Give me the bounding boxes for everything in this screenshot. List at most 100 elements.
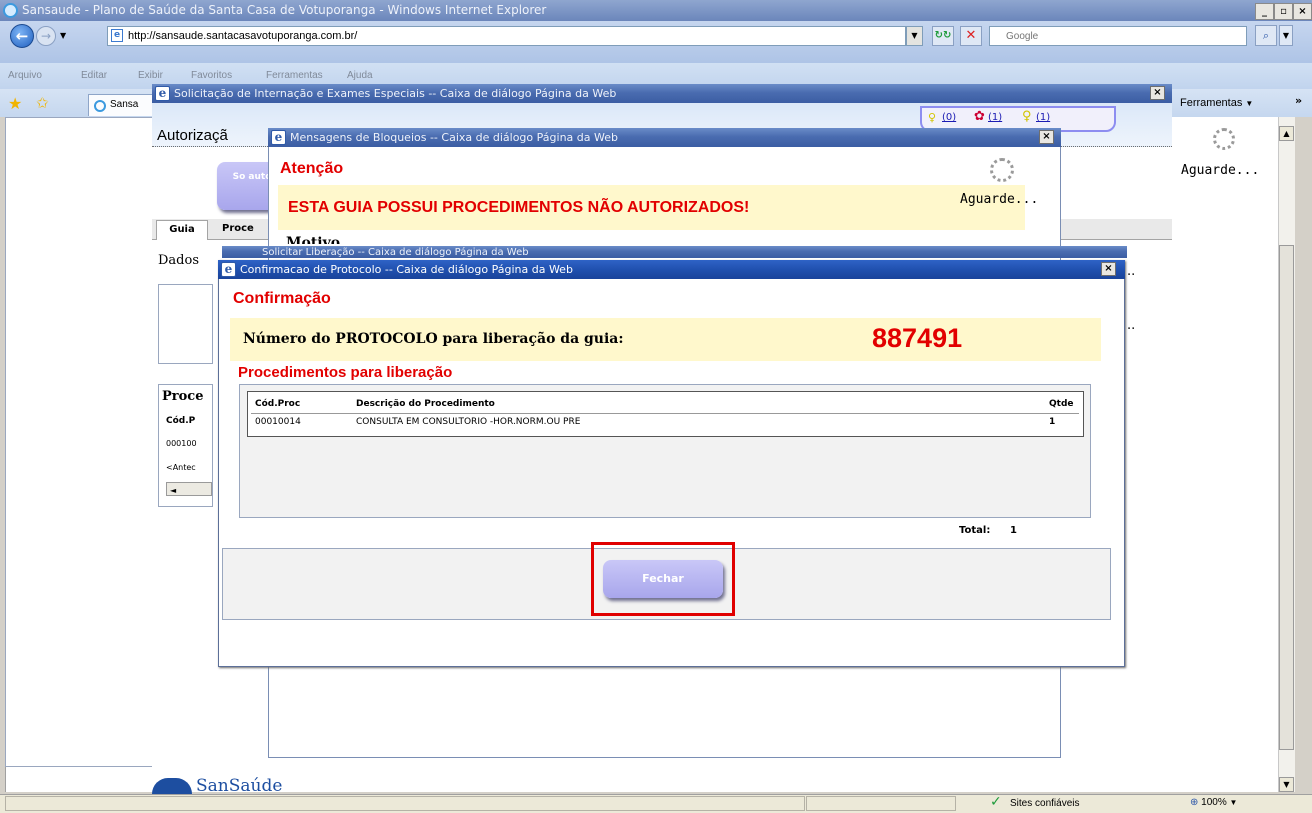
trusted-sites-check-icon: ✓ <box>990 794 1002 810</box>
menu-item-favoritos[interactable]: Favoritos <box>191 70 232 81</box>
zoom-chevron-icon: ▼ <box>1229 798 1238 807</box>
add-favorite-icon[interactable]: ✩ <box>36 94 49 112</box>
menu-item-editar[interactable]: Editar <box>81 70 107 81</box>
dialog2-close-button[interactable]: × <box>1039 130 1054 144</box>
dialog2-spinner-icon <box>990 158 1014 182</box>
dialog2-sub-heading: Motivo <box>286 235 341 244</box>
address-url[interactable]: http://sansaude.santacasavotuporanga.com… <box>128 30 357 42</box>
fechar-label[interactable]: Fechar <box>642 572 684 585</box>
back-arrow-icon: ← <box>15 27 29 45</box>
dialog-liberacao-title-bar: Solicitar Liberação -- Caixa de diálogo … <box>222 246 1127 258</box>
status-zone-label: Sites confiáveis <box>1010 798 1080 809</box>
pager-prev-link[interactable]: <Antec <box>166 463 196 472</box>
dialog1-title-bar: e Solicitação de Internação e Exames Esp… <box>152 84 1172 103</box>
proc-grid-head: Cód.P <box>166 416 196 426</box>
col-descricao: Descrição do Procedimento <box>356 398 495 409</box>
search-icon: ⌕ <box>1262 29 1270 42</box>
favorites-star-icon[interactable]: ★ <box>8 94 22 113</box>
dados-fieldset <box>158 284 213 364</box>
dialog2-message: ESTA GUIA POSSUI PROCEDIMENTOS NÃO AUTOR… <box>288 199 750 216</box>
col-cod-proc: Cód.Proc <box>255 398 301 409</box>
dialog3-heading: Confirmação <box>233 290 331 307</box>
maximize-button[interactable]: ▫ <box>1274 3 1293 20</box>
dialog3-title: Confirmacao de Protocolo -- Caixa de diá… <box>240 263 573 276</box>
page-icon: e <box>111 29 123 42</box>
dialog-protocolo: e Confirmacao de Protocolo -- Caixa de d… <box>218 260 1125 667</box>
stop-button[interactable]: ✕ <box>960 26 982 46</box>
ie-logo-icon <box>3 3 18 18</box>
fechar-button[interactable]: Fechar <box>603 560 723 598</box>
footer-logo: SanSaúde <box>196 776 283 796</box>
ferramentas-menu[interactable]: Ferramentas ▼ <box>1180 97 1253 109</box>
cell-descricao: CONSULTA EM CONSULTORIO -HOR.NORM.OU PRE <box>356 417 581 428</box>
solicitar-label[interactable]: So auto <box>233 172 272 182</box>
back-button[interactable]: ← <box>10 24 34 48</box>
tab-label[interactable]: Sansa <box>110 99 138 110</box>
counter-alert-icon: ✿ <box>974 109 985 124</box>
tab-procedimentos[interactable]: Proce <box>222 223 254 234</box>
dialog3-close-button[interactable]: × <box>1101 262 1116 276</box>
dialog2-heading: Atenção <box>280 160 344 177</box>
proc-grid-row: 000100 <box>166 439 197 448</box>
zoom-icon: ⊕ <box>1190 797 1199 808</box>
zoom-label[interactable]: 100% <box>1201 797 1227 808</box>
dialog-solicitar-liberacao: Solicitar Liberação -- Caixa de diálogo … <box>222 246 1127 258</box>
scroll-thumb[interactable] <box>1279 245 1294 750</box>
menu-item-ajuda[interactable]: Ajuda <box>347 70 373 81</box>
counter-lightbulb-icon: ♀ <box>928 111 937 124</box>
dialog-liberacao-title: Solicitar Liberação -- Caixa de diálogo … <box>262 247 529 258</box>
counter-bulb-icon: ♀ <box>1022 109 1032 124</box>
search-button[interactable]: ⌕ <box>1255 25 1277 46</box>
address-dropdown-button[interactable]: ▼ <box>906 26 923 46</box>
zoom-control[interactable]: ⊕ 100% ▼ <box>1190 797 1237 808</box>
right-loading-label: Aguarde... <box>1181 163 1260 178</box>
history-dropdown-icon[interactable]: ▼ <box>60 31 66 40</box>
dialog2-loading-label: Aguarde... <box>960 192 1039 207</box>
scroll-down-button[interactable]: ▼ <box>1279 777 1294 792</box>
minimize-button[interactable]: _ <box>1255 3 1274 20</box>
search-input[interactable] <box>989 26 1247 46</box>
protocol-label: Número do PROTOCOLO para liberação da gu… <box>243 331 624 347</box>
tab-guia-label[interactable]: Guia <box>169 224 195 235</box>
refresh-button[interactable]: ↻↻ <box>932 26 954 46</box>
counter-1[interactable]: (0) <box>942 112 956 123</box>
spinner-icon <box>1213 128 1235 150</box>
status-pane <box>5 796 805 811</box>
menu-item-ferramentas[interactable]: Ferramentas <box>266 70 323 81</box>
close-window-button[interactable]: × <box>1293 3 1312 20</box>
section-procedimentos: Proce <box>162 389 204 404</box>
menu-item-exibir[interactable]: Exibir <box>138 70 163 81</box>
scroll-up-button[interactable]: ▲ <box>1279 126 1294 141</box>
status-zone <box>806 796 956 811</box>
forward-button[interactable]: → <box>36 26 56 46</box>
total-value: 1 <box>1010 525 1017 536</box>
cell-qtde: 1 <box>1049 417 1056 428</box>
search-options-button[interactable]: ▼ <box>1279 25 1293 46</box>
proc-table-row[interactable]: 00010014 CONSULTA EM CONSULTORIO -HOR.NO… <box>251 413 1079 431</box>
proc-table: Cód.Proc Descrição do Procedimento Qtde … <box>251 395 1079 431</box>
section-dados: Dados <box>158 253 199 268</box>
dialog3-title-bar: e Confirmacao de Protocolo -- Caixa de d… <box>218 260 1125 279</box>
tab-guia[interactable]: Guia <box>156 220 208 240</box>
cell-cod-proc: 00010014 <box>255 417 301 428</box>
dialog1-heading: Autorizaçã <box>157 127 228 144</box>
counter-2[interactable]: (1) <box>988 112 1002 123</box>
dialog2-side-ellipsis-2: .. <box>1127 318 1136 333</box>
tab-proc-label[interactable]: Proce <box>222 223 254 234</box>
dialog3-ie-icon: e <box>221 262 236 277</box>
total-label: Total: <box>959 525 991 536</box>
chevron-down-icon: ▼ <box>1245 99 1254 108</box>
menu-item-arquivo[interactable]: Arquivo <box>8 70 42 81</box>
proc-grid-scrollbar[interactable]: ◄ <box>166 482 212 496</box>
dialog1-close-button[interactable]: × <box>1150 86 1165 100</box>
dialog1-ie-icon: e <box>155 86 170 101</box>
refresh-icon: ↻↻ <box>934 30 952 41</box>
ferramentas-label[interactable]: Ferramentas <box>1180 97 1242 109</box>
counter-3[interactable]: (1) <box>1036 112 1050 123</box>
dialog2-ie-icon: e <box>271 130 286 145</box>
protocol-number: 887491 <box>872 323 963 353</box>
dialog2-title: Mensagens de Bloqueios -- Caixa de diálo… <box>290 131 618 144</box>
toolbar-overflow-icon[interactable]: » <box>1295 94 1302 107</box>
col-qtde: Qtde <box>1049 398 1074 409</box>
browser-title: Sansaude - Plano de Saúde da Santa Casa … <box>22 3 547 17</box>
